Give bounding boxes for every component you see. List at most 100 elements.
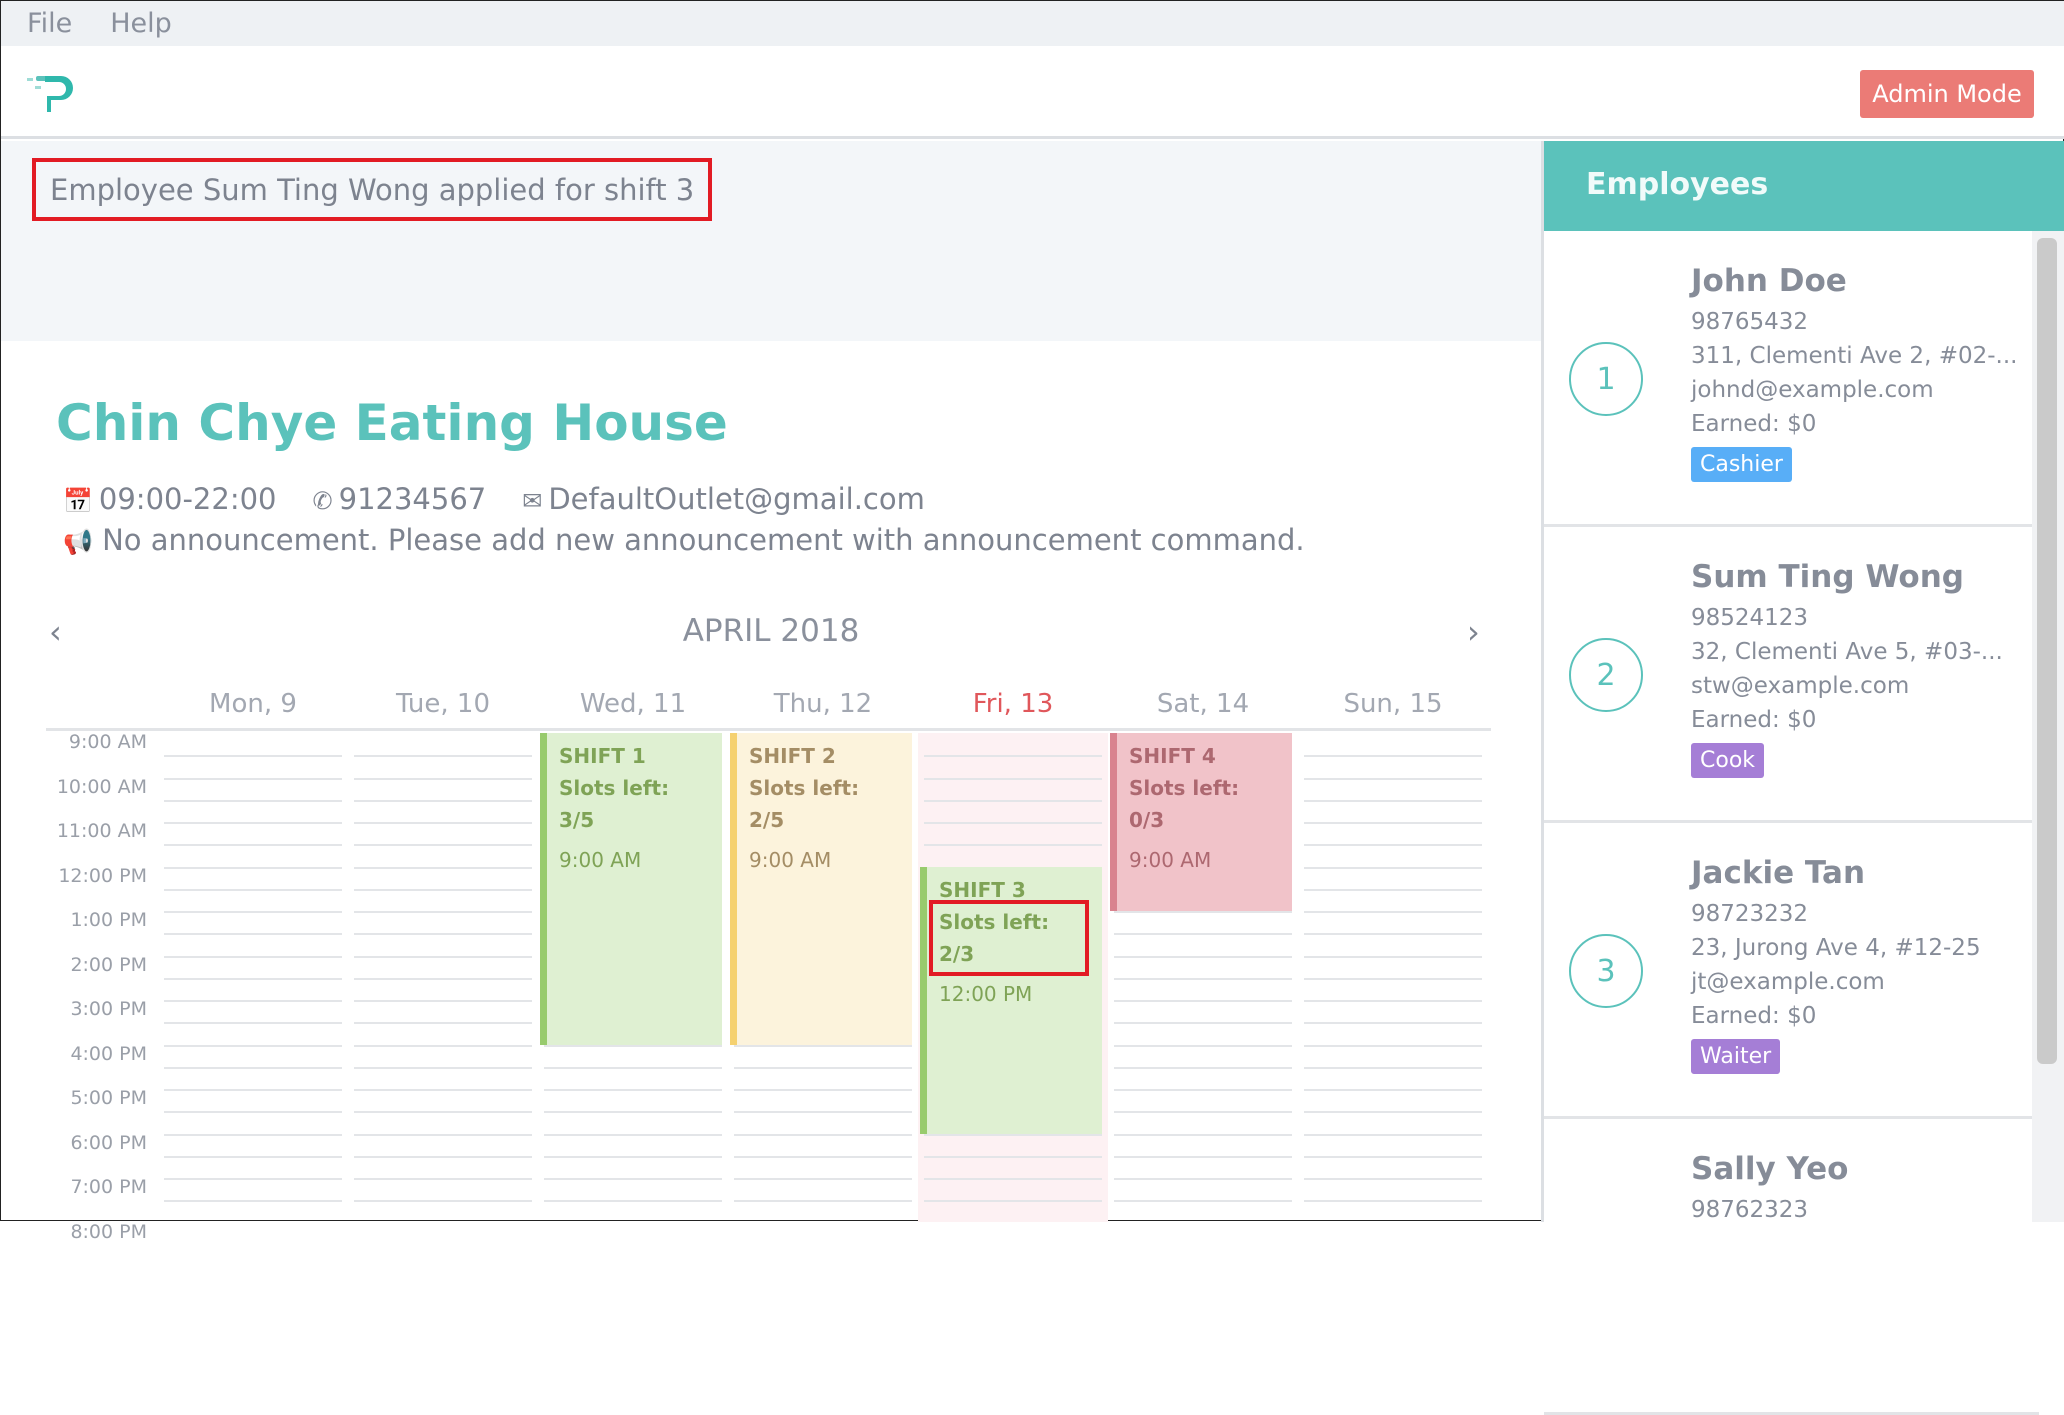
employee-phone: 98524123 [1691,605,1809,631]
bullhorn-icon: 📢 [63,528,93,556]
grid-line [1304,955,1482,958]
shift-slots: Slots left: 0/3 [1129,776,1240,832]
scrollbar-thumb[interactable] [2037,238,2057,1064]
grid-line [1114,1133,1292,1136]
grid-line [354,822,532,824]
grid-line [354,1133,532,1136]
day-header: Sun, 15 [1343,689,1443,719]
grid-line [164,1133,342,1136]
time-label: 5:00 PM [70,1087,147,1109]
time-label: 4:00 PM [70,1042,147,1065]
grid-line [164,977,342,980]
grid-line [354,1044,532,1047]
grid-line [164,822,342,824]
grid-line [1114,911,1292,913]
outlet-info: 📅 09:00-22:00 ✆ 91234567 ✉ DefaultOutlet@gm… [63,482,925,516]
shift-event[interactable]: SHIFT 2 Slots left: 2/5 9:00 AM [730,733,912,1045]
grid-line [164,755,342,758]
grid-line [734,1044,912,1047]
shift-event[interactable]: SHIFT 4 Slots left: 0/3 9:00 AM [1110,733,1292,911]
employee-card[interactable]: Sally Yeo 98762323 [1544,1119,2039,1415]
grid-line [1114,1178,1292,1180]
grid-line [164,888,342,891]
grid-line [924,799,1102,802]
employee-email: jt@example.com [1691,969,1885,995]
grid-line [544,1178,722,1180]
grid-line [164,1066,342,1069]
calendar-icon: 📅 [63,487,93,515]
employee-index: 2 [1569,638,1643,712]
grid-line [924,844,1102,847]
employee-phone: 98765432 [1691,309,1809,335]
grid-line [924,755,1102,758]
time-label: 1:00 PM [70,909,147,931]
shift-slots: Slots left: 2/5 [749,776,860,832]
grid-line [164,866,342,869]
shift-event[interactable]: SHIFT 1 Slots left: 3/5 9:00 AM [540,733,722,1045]
grid-line [1304,933,1482,936]
grid-line [1304,1000,1482,1002]
employee-name: Sally Yeo [1691,1151,1849,1187]
employee-panel: Employees 1 John Doe 98765432 311, Clementi… [1541,141,2064,1415]
grid-line [164,1200,342,1203]
grid-line [924,1133,1102,1136]
grid-line [734,1178,912,1180]
grid-line [924,777,1102,780]
grid-line [354,866,532,869]
time-label: 9:00 AM [68,731,147,753]
day-header: Tue, 10 [395,689,491,719]
employee-card[interactable]: 3 Jackie Tan 98723232 23, Jurong Ave 4, #12… [1544,823,2039,1119]
grid-line [544,1155,722,1158]
menu-file[interactable]: File [27,8,72,39]
shift-slots: Slots left: 3/5 [559,776,670,832]
grid-line [544,1111,722,1114]
header: Admin Mode [1,46,2064,139]
menu-bar: File Help [1,1,2064,46]
employee-earned: Earned: $0 [1691,411,1817,437]
day-header: Mon, 9 [209,689,297,719]
grid-line [1114,1200,1292,1203]
shift-time: 9:00 AM [749,848,832,872]
shift-slots: Slots left: 2/3 [929,899,1089,976]
day-header: Wed, 11 [579,689,687,719]
grid-line [164,799,342,802]
outlet-email: DefaultOutlet@gmail.com [548,482,925,516]
grid-line [354,1089,532,1091]
shift-event[interactable]: SHIFT 3 Slots left: 2/3 12:00 PM [920,866,1102,1134]
result-display: Employee Sum Ting Wong applied for shift… [1,141,1541,341]
employee-name: Sum Ting Wong [1691,559,1964,595]
grid-line [1304,1200,1482,1203]
shift-time: 9:00 AM [559,848,642,872]
outlet-name: Chin Chye Eating House [56,394,728,452]
employee-email: stw@example.com [1691,673,1910,699]
employee-earned: Earned: $0 [1691,707,1817,733]
grid-line [354,844,532,847]
grid-line [734,1111,912,1114]
employee-card[interactable]: 1 John Doe 98765432 311, Clementi Ave 2, #0… [1544,231,2039,527]
grid-line [544,1133,722,1136]
outlet-phone: 91234567 [338,482,487,516]
grid-line [1304,1155,1482,1158]
grid-line [164,911,342,913]
shift-time: 12:00 PM [939,981,1033,1006]
grid-line [734,1066,912,1069]
grid-line [164,1155,342,1158]
grid-line [1304,1022,1482,1025]
next-week-chevron-right-icon[interactable]: › [1467,613,1480,651]
grid-line [734,1200,912,1203]
employee-panel-title: Employees [1544,141,2064,231]
time-label: 8:00 PM [70,1220,147,1243]
grid-line [1114,1155,1292,1158]
employee-phone: 98723232 [1691,901,1809,927]
employee-role-tag: Waiter [1691,1039,1781,1074]
grid-line [1114,977,1292,980]
employee-card[interactable]: 2 Sum Ting Wong 98524123 32, Clementi Ave 5… [1544,527,2039,823]
admin-mode-button[interactable]: Admin Mode [1860,70,2034,118]
menu-help[interactable]: Help [110,8,172,39]
grid-line [164,777,342,780]
app-logo [27,76,73,112]
time-label: 10:00 AM [56,775,147,798]
grid-line [1114,955,1292,958]
grid-line [164,1089,342,1091]
grid-line [1304,977,1482,980]
